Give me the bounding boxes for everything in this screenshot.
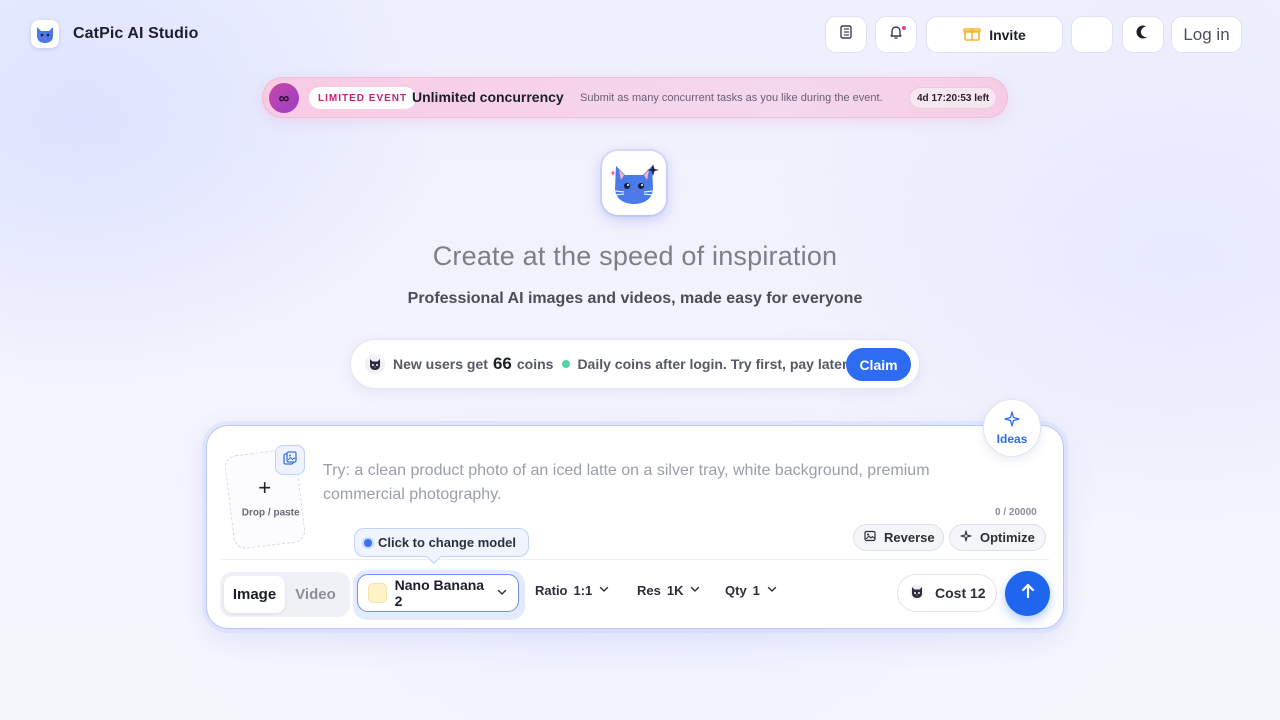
model-selector[interactable]: Nano Banana 2 (357, 574, 519, 612)
notification-dot (901, 25, 907, 31)
invite-button[interactable]: Invite (926, 16, 1063, 53)
hero-title: Create at the speed of inspiration (432, 241, 838, 271)
quantity-dropdown[interactable]: Qty 1 (725, 583, 778, 598)
qty-value: 1 (752, 583, 760, 598)
promo-coins-number: 66 (492, 354, 512, 373)
model-tooltip: Click to change model (354, 528, 529, 565)
cat-coin-icon (909, 584, 925, 603)
daily-coins-dot (562, 360, 571, 368)
event-timer: 4d 17:20:53 left (909, 87, 998, 109)
chevron-down-icon (496, 585, 508, 601)
brand-name: CatPic AI Studio (73, 25, 199, 42)
event-title: Unlimited concurrency (412, 89, 564, 105)
cat-logo-icon (31, 20, 59, 48)
resolution-dropdown[interactable]: Res 1K (637, 583, 701, 598)
ratio-value: 1:1 (573, 583, 593, 598)
prompt-composer: + Drop / paste Try: a clean product phot… (206, 399, 1064, 629)
prompt-input[interactable]: Try: a clean product photo of an iced la… (323, 459, 1003, 507)
invite-label: Invite (989, 26, 1026, 43)
tooltip-arrow (426, 549, 442, 565)
res-value: 1K (666, 583, 684, 598)
cat-coin-icon (365, 354, 385, 374)
chevron-down-icon (689, 583, 701, 598)
chevron-down-icon (766, 583, 778, 598)
ideas-button[interactable]: Ideas (983, 399, 1041, 457)
ratio-dropdown[interactable]: Ratio 1:1 (535, 583, 610, 598)
mode-tab-video[interactable]: Video (285, 576, 346, 613)
optimize-button[interactable]: Optimize (949, 524, 1046, 551)
dropzone-label: Drop / paste (241, 507, 300, 519)
infinity-icon: ∞ (269, 83, 299, 113)
top-header: CatPic AI Studio Invite Log in (0, 0, 1280, 68)
language-button[interactable] (1071, 16, 1113, 53)
book-icon (838, 24, 854, 45)
login-button[interactable]: Log in (1171, 16, 1242, 53)
plus-icon: + (258, 474, 272, 500)
optimize-label: Optimize (980, 530, 1035, 545)
claim-button[interactable]: Claim (846, 348, 911, 381)
reverse-label: Reverse (884, 530, 935, 545)
model-swatch-icon (368, 583, 387, 603)
char-counter: 0 / 20000 (995, 507, 1037, 518)
ideas-label: Ideas (996, 431, 1028, 446)
event-banner[interactable]: ∞ LIMITED EVENT Unlimited concurrency Su… (262, 77, 1008, 118)
event-description: Submit as many concurrent tasks as you l… (580, 92, 883, 104)
moon-icon (1135, 24, 1151, 45)
res-label: Res (637, 583, 661, 598)
arrow-up-icon (1019, 582, 1037, 605)
generate-button[interactable] (1005, 571, 1050, 616)
hero-subtitle: Professional AI images and videos, made … (407, 290, 863, 307)
sparkle-icon (1004, 410, 1020, 430)
cost-label: Cost 12 (935, 585, 986, 601)
hero-cat-logo-icon (602, 151, 666, 215)
model-name: Nano Banana 2 (394, 577, 485, 609)
promo-text-before: New users get (393, 356, 488, 372)
new-user-promo: New users get 66 coins Daily coins after… (350, 339, 920, 389)
ratio-label: Ratio (535, 583, 568, 598)
composer-divider (221, 559, 1049, 560)
sparkle-icon (960, 530, 972, 545)
image-library-button[interactable] (275, 445, 305, 475)
event-badge: LIMITED EVENT (309, 87, 417, 109)
brand[interactable]: CatPic AI Studio (31, 20, 198, 48)
promo-text-after: coins (516, 356, 554, 372)
images-icon (282, 450, 298, 471)
tooltip-text: Click to change model (378, 535, 516, 550)
tooltip-dot (364, 538, 372, 547)
notifications-button[interactable] (875, 16, 917, 53)
gift-icon (963, 25, 982, 44)
mode-switch: Image Video (220, 572, 350, 617)
mode-tab-image[interactable]: Image (224, 576, 285, 613)
model-selector-highlight: Nano Banana 2 (353, 570, 525, 620)
chevron-down-icon (598, 583, 610, 598)
promo-daily-text: Daily coins after login. Try first, pay … (577, 356, 851, 372)
qty-label: Qty (725, 583, 747, 598)
guide-button[interactable] (825, 16, 867, 53)
theme-toggle-button[interactable] (1122, 16, 1164, 53)
image-icon (864, 530, 876, 545)
reverse-button[interactable]: Reverse (853, 524, 944, 551)
cost-indicator: Cost 12 (897, 574, 997, 612)
